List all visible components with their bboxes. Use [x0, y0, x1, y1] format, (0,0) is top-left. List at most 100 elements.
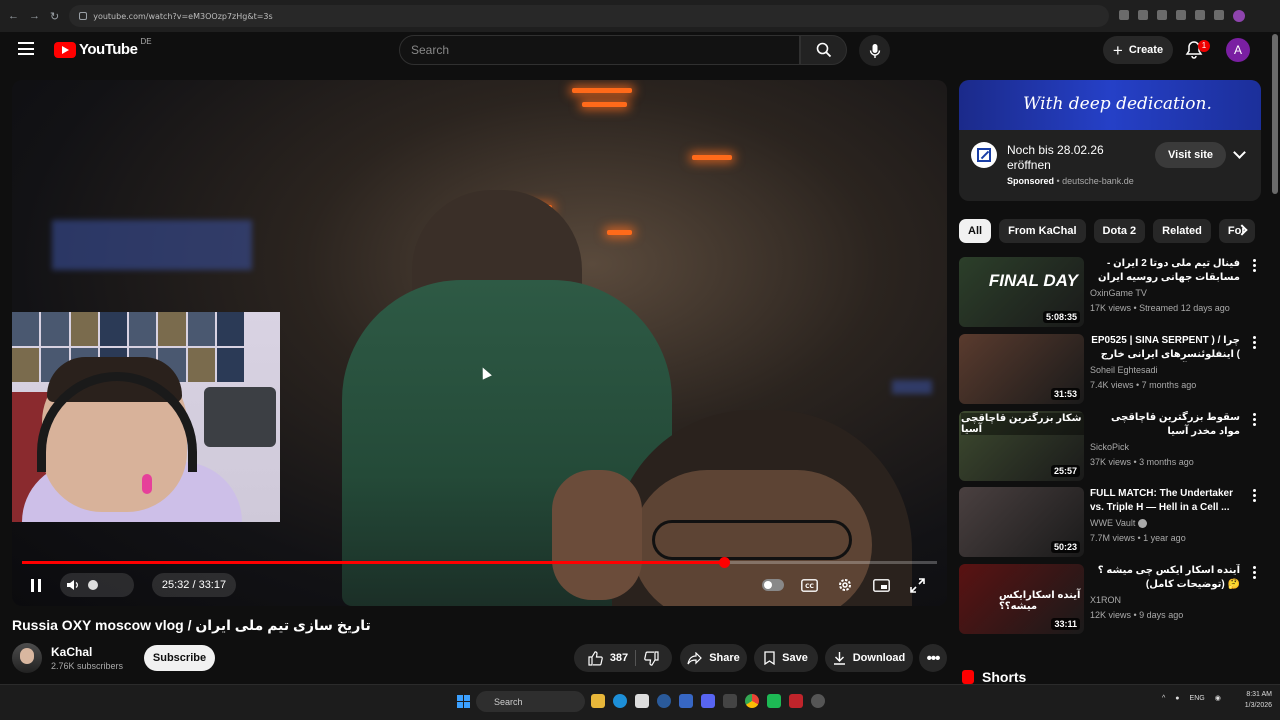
autoplay-toggle[interactable] — [762, 574, 784, 596]
tray-chevron-icon[interactable]: ^ — [1162, 695, 1165, 702]
thumbs-down-icon[interactable] — [644, 651, 659, 666]
recommendation-filter-chips: All From KaChal Dota 2 Related For — [959, 219, 1261, 243]
ad-banner-image[interactable]: With deep dedication. — [959, 80, 1261, 130]
recommended-channel-name[interactable]: SickoPick — [1090, 442, 1129, 452]
bookmark-star-icon[interactable] — [1176, 10, 1187, 20]
recommended-video-title[interactable]: آینده اسکار ایکس چی میشه ؟ 🤔 (توضیحات کا… — [1090, 564, 1240, 592]
recommended-video[interactable]: 31:53 چرا / ( EP0525 | SINA SERPENT ) این… — [959, 334, 1261, 404]
recommended-video-title[interactable]: فینال تیم ملی دوتا 2 ایران - مسابقات جها… — [1090, 257, 1240, 285]
more-vertical-icon[interactable] — [1253, 259, 1256, 272]
browser-profile-avatar[interactable] — [1233, 10, 1246, 22]
cast-icon[interactable] — [1157, 10, 1168, 20]
create-button[interactable]: + Create — [1103, 36, 1173, 64]
recommended-channel-name[interactable]: Soheil Eghtesadi — [1090, 365, 1158, 375]
channel-avatar[interactable] — [12, 643, 42, 673]
youtube-logo[interactable]: YouTube DE — [54, 37, 152, 58]
youtube-header: YouTube DE Search + Create A — [0, 32, 1280, 68]
progress-scrubber[interactable] — [719, 557, 730, 568]
video-thumbnail[interactable]: 50:23 — [959, 487, 1084, 557]
chip-from-kachal[interactable]: From KaChal — [999, 219, 1086, 243]
discord-icon[interactable] — [701, 694, 715, 708]
recommended-video[interactable]: 50:23 FULL MATCH: The Undertaker vs. Trip… — [959, 487, 1261, 557]
settings-button[interactable] — [834, 574, 856, 596]
file-explorer-icon[interactable] — [591, 694, 605, 708]
recommended-video[interactable]: FINAL DAY 5:08:35 فینال تیم ملی دوتا 2 ایر… — [959, 257, 1261, 327]
recommended-channel-name[interactable]: X1RON — [1090, 595, 1121, 605]
more-vertical-icon[interactable] — [1253, 566, 1256, 579]
recommended-video-meta: 37K views • 3 months ago — [1090, 457, 1194, 467]
recommended-video[interactable]: شکار بزرگترین قاچاقچی آسیا 25:57 سقوط بزرگ… — [959, 411, 1261, 481]
tray-app-icon[interactable]: ● — [1175, 695, 1179, 702]
volume-slider[interactable] — [88, 580, 98, 590]
volume-icon[interactable] — [66, 578, 80, 592]
taskbar-clock[interactable]: 8:31 AM 1/3/2026 — [1230, 689, 1272, 711]
site-info-icon[interactable] — [79, 12, 88, 20]
translate-icon[interactable] — [1119, 10, 1130, 20]
miniplayer-button[interactable] — [870, 574, 892, 596]
search-button[interactable] — [800, 35, 847, 65]
chip-dota-2[interactable]: Dota 2 — [1093, 219, 1146, 243]
steam-icon[interactable] — [657, 694, 671, 708]
reload-icon[interactable]: ↻ — [50, 10, 59, 23]
hamburger-menu-icon[interactable] — [18, 42, 34, 55]
recommended-channel-name[interactable]: OxinGame TV — [1090, 288, 1147, 298]
volume-control[interactable] — [60, 573, 134, 597]
recommended-video-title[interactable]: سقوط بزرگترین قاچاقچی مواد مخدر آسیا — [1090, 411, 1240, 439]
taskbar-search[interactable]: Search — [476, 691, 585, 712]
recommended-video-title[interactable]: چرا / ( EP0525 | SINA SERPENT ) اینفلوئن… — [1090, 334, 1240, 362]
spotify-icon[interactable] — [767, 694, 781, 708]
app-icon[interactable] — [679, 694, 693, 708]
store-icon[interactable] — [635, 694, 649, 708]
channel-name[interactable]: KaChal — [51, 645, 92, 659]
system-tray: ^ ● ENG ◉ — [1162, 694, 1221, 703]
page-scrollbar[interactable] — [1272, 34, 1278, 684]
subtitles-button[interactable]: CC — [798, 574, 820, 596]
video-thumbnail[interactable]: آینده اسکارایکس میشه؟؟ 33:11 — [959, 564, 1084, 634]
chip-related[interactable]: Related — [1153, 219, 1211, 243]
video-player[interactable]: 25:32 / 33:17 CC — [12, 80, 947, 606]
sponsored-ad-card[interactable]: With deep dedication. Noch bis 28.02.26 … — [959, 80, 1261, 201]
account-avatar[interactable]: A — [1226, 38, 1250, 62]
address-bar[interactable]: youtube.com/watch?v=eM3OOzp7zHg&t=3s — [69, 5, 1110, 27]
scrollbar-thumb[interactable] — [1272, 34, 1278, 194]
more-vertical-icon[interactable] — [1253, 489, 1256, 502]
search-input[interactable]: Search — [399, 35, 800, 65]
extension-icon[interactable] — [1195, 10, 1206, 20]
terminal-icon[interactable] — [723, 694, 737, 708]
share-button[interactable]: Share — [680, 644, 747, 672]
video-thumbnail[interactable]: FINAL DAY 5:08:35 — [959, 257, 1084, 327]
video-thumbnail[interactable]: شکار بزرگترین قاچاقچی آسیا 25:57 — [959, 411, 1084, 481]
voice-search-button[interactable] — [859, 35, 890, 66]
fullscreen-button[interactable] — [906, 574, 928, 596]
language-indicator[interactable]: ENG — [1190, 695, 1205, 702]
chevron-down-icon[interactable] — [1233, 146, 1246, 159]
ad-title[interactable]: Noch bis 28.02.26 eröffnen — [1007, 143, 1117, 173]
more-vertical-icon[interactable] — [1253, 336, 1256, 349]
recommended-channel-name[interactable]: WWE Vault — [1090, 518, 1148, 529]
visit-site-button[interactable]: Visit site — [1155, 142, 1227, 168]
more-actions-button[interactable]: ••• — [919, 644, 947, 672]
chip-all[interactable]: All — [959, 219, 992, 243]
recorder-icon[interactable] — [789, 694, 803, 708]
download-button[interactable]: Download — [825, 644, 913, 672]
recommended-video-title[interactable]: FULL MATCH: The Undertaker vs. Triple H … — [1090, 487, 1240, 515]
puzzle-icon[interactable] — [1214, 10, 1225, 20]
more-vertical-icon[interactable] — [1253, 413, 1256, 426]
like-button[interactable]: 387 — [588, 650, 628, 666]
recommended-video[interactable]: آینده اسکارایکس میشه؟؟ 33:11 آینده اسکار ا… — [959, 564, 1261, 634]
subscribe-button[interactable]: Subscribe — [144, 645, 215, 671]
chrome-icon[interactable] — [745, 694, 759, 708]
back-icon[interactable]: ← — [8, 10, 19, 23]
pause-button[interactable] — [24, 573, 48, 597]
logo-wordmark: YouTube — [79, 41, 138, 58]
windows-start-icon[interactable] — [457, 695, 470, 708]
network-icon[interactable]: ◉ — [1215, 694, 1221, 702]
video-thumbnail[interactable]: 31:53 — [959, 334, 1084, 404]
edge-icon[interactable] — [613, 694, 627, 708]
save-button[interactable]: Save — [754, 644, 818, 672]
media-player-icon[interactable] — [811, 694, 825, 708]
zoom-icon[interactable] — [1138, 10, 1149, 20]
url-text: youtube.com/watch?v=eM3OOzp7zHg&t=3s — [93, 11, 273, 21]
forward-icon[interactable]: → — [29, 10, 40, 23]
ceiling-light — [582, 102, 627, 107]
